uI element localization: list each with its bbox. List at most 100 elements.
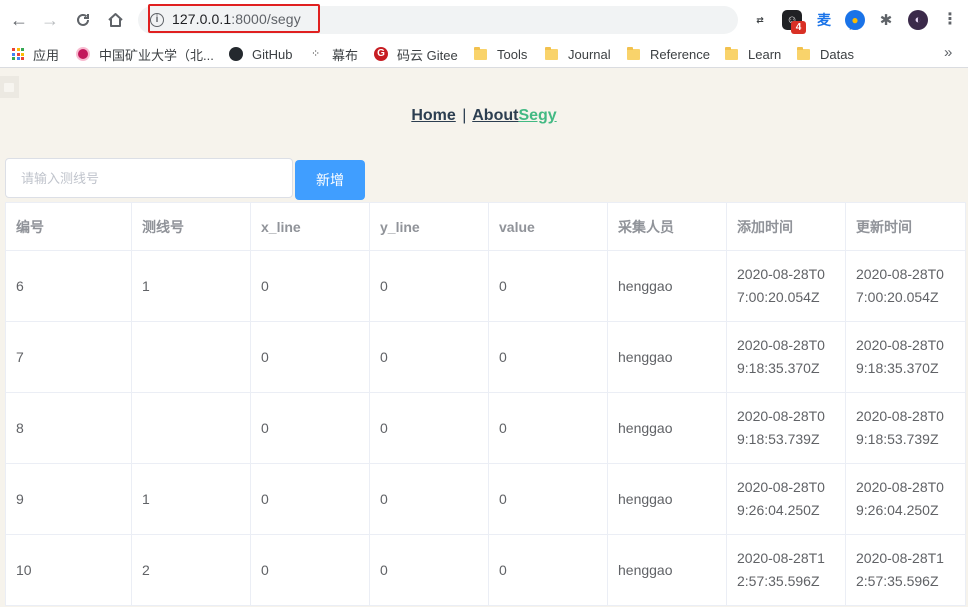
bookmark-learn[interactable]: Learn xyxy=(725,45,781,63)
cell-line-number: 1 xyxy=(131,250,251,322)
bookmark-gitee[interactable]: G 码云 Gitee xyxy=(374,45,458,63)
bookmark-label: 应用 xyxy=(33,47,60,63)
cell-created-at: 2020-08-28T09:18:35.370Z xyxy=(726,321,846,393)
table-row[interactable]: 7 0 0 0 henggao 2020-08-28T09:18:35.370Z… xyxy=(5,321,966,393)
cell-updated-at: 2020-08-28T09:18:35.370Z xyxy=(845,321,966,393)
home-icon[interactable] xyxy=(103,8,127,32)
nav-segy-link[interactable]: Segy xyxy=(518,107,556,124)
bookmark-label: 幕布 xyxy=(332,47,359,63)
extensions-puzzle-icon[interactable]: ✱ xyxy=(876,10,896,30)
cell-line-number: 2 xyxy=(131,534,251,606)
bookmark-label: 中国矿业大学（北... xyxy=(99,47,214,63)
extension-badge: 4 xyxy=(791,21,806,34)
cell-y-line: 0 xyxy=(369,463,489,535)
nav-separator: | xyxy=(462,107,467,124)
mubu-icon: ⁘ xyxy=(311,48,321,60)
cell-value: 0 xyxy=(488,534,608,606)
cell-id: 8 xyxy=(5,392,132,464)
bookmark-apps[interactable]: 应用 xyxy=(12,45,59,63)
add-button[interactable]: 新增 xyxy=(295,160,365,200)
segy-table: 编号 测线号 x_line y_line value 采集人员 添加时间 更新时… xyxy=(5,202,966,606)
cell-collector: henggao xyxy=(607,321,727,393)
cell-value: 0 xyxy=(488,392,608,464)
cell-y-line: 0 xyxy=(369,250,489,322)
bookmark-label: GitHub xyxy=(252,46,293,62)
cell-y-line: 0 xyxy=(369,534,489,606)
cell-x-line: 0 xyxy=(250,250,370,322)
cell-created-at: 2020-08-28T09:26:04.250Z xyxy=(726,463,846,535)
cell-collector: henggao xyxy=(607,250,727,322)
table-row[interactable]: 6 1 0 0 0 henggao 2020-08-28T07:00:20.05… xyxy=(5,250,966,322)
apps-icon xyxy=(12,48,24,60)
cell-created-at: 2020-08-28T09:18:53.739Z xyxy=(726,392,846,464)
nav-home-link[interactable]: Home xyxy=(411,107,455,124)
folder-icon xyxy=(474,46,487,60)
extension-ctrl-icon[interactable]: ⇄ xyxy=(750,10,770,30)
cell-updated-at: 2020-08-28T09:18:53.739Z xyxy=(845,392,966,464)
cell-collector: henggao xyxy=(607,534,727,606)
cell-id: 9 xyxy=(5,463,132,535)
header-x-line: x_line xyxy=(250,202,370,251)
folder-icon xyxy=(627,46,640,60)
cell-created-at: 2020-08-28T12:57:35.596Z xyxy=(726,534,846,606)
cell-value: 0 xyxy=(488,463,608,535)
cell-id: 6 xyxy=(5,250,132,322)
line-number-input[interactable] xyxy=(5,158,293,198)
github-icon xyxy=(229,47,243,61)
cell-updated-at: 2020-08-28T07:00:20.054Z xyxy=(845,250,966,322)
cell-x-line: 0 xyxy=(250,534,370,606)
cell-created-at: 2020-08-28T07:00:20.054Z xyxy=(726,250,846,322)
folder-icon xyxy=(797,46,810,60)
table-row[interactable]: 8 0 0 0 henggao 2020-08-28T09:18:53.739Z… xyxy=(5,392,966,464)
cell-id: 10 xyxy=(5,534,132,606)
bookmark-tools[interactable]: Tools xyxy=(474,45,527,63)
cell-updated-at: 2020-08-28T09:26:04.250Z xyxy=(845,463,966,535)
table-header-row: 编号 测线号 x_line y_line value 采集人员 添加时间 更新时… xyxy=(5,202,966,251)
url-highlight-box xyxy=(148,4,320,33)
bookmark-reference[interactable]: Reference xyxy=(627,45,710,63)
cell-id: 7 xyxy=(5,321,132,393)
table-row[interactable]: 9 1 0 0 0 henggao 2020-08-28T09:26:04.25… xyxy=(5,463,966,535)
cell-x-line: 0 xyxy=(250,321,370,393)
table-row[interactable]: 10 2 0 0 0 henggao 2020-08-28T12:57:35.5… xyxy=(5,534,966,606)
browser-menu-icon[interactable]: ⋮ xyxy=(940,10,960,30)
cell-value: 0 xyxy=(488,250,608,322)
header-y-line: y_line xyxy=(369,202,489,251)
bookmark-label: Journal xyxy=(568,46,611,62)
profile-avatar[interactable]: ◐ xyxy=(908,10,928,30)
cell-collector: henggao xyxy=(607,463,727,535)
corner-widget[interactable] xyxy=(0,76,19,98)
extension-translate-icon[interactable]: 麦 xyxy=(814,10,834,30)
bookmark-label: Datas xyxy=(820,46,854,62)
bookmark-github[interactable]: GitHub xyxy=(229,45,292,63)
bookmark-label: Reference xyxy=(650,46,710,62)
bookmark-mubu[interactable]: ⁘ 幕布 xyxy=(311,45,358,63)
header-collector: 采集人员 xyxy=(607,202,727,251)
cell-line-number xyxy=(131,392,251,464)
bookmark-datas[interactable]: Datas xyxy=(797,45,854,63)
cell-collector: henggao xyxy=(607,392,727,464)
gitee-icon: G xyxy=(374,47,388,61)
header-id: 编号 xyxy=(5,202,132,251)
bookmark-label: Learn xyxy=(748,46,782,62)
university-icon xyxy=(76,47,90,61)
extension-fox-icon[interactable]: ● xyxy=(845,10,865,30)
top-nav: Home | AboutSegy xyxy=(0,107,968,125)
nav-about-link[interactable]: About xyxy=(472,107,518,124)
forward-icon[interactable]: → xyxy=(38,8,62,32)
back-icon[interactable]: ← xyxy=(7,8,31,32)
header-line-number: 测线号 xyxy=(131,202,251,251)
bookmark-journal[interactable]: Journal xyxy=(545,45,611,63)
folder-icon xyxy=(725,46,738,60)
header-updated-at: 更新时间 xyxy=(845,202,966,251)
bookmark-label: 码云 Gitee xyxy=(397,47,458,63)
header-value: value xyxy=(488,202,608,251)
cell-updated-at: 2020-08-28T12:57:35.596Z xyxy=(845,534,966,606)
reload-icon[interactable] xyxy=(71,8,95,32)
bookmark-university[interactable]: 中国矿业大学（北... xyxy=(76,45,214,63)
page-content: Home | AboutSegy 新增 编号 测线号 x_line y_line… xyxy=(0,69,968,607)
cell-line-number: 1 xyxy=(131,463,251,535)
header-created-at: 添加时间 xyxy=(726,202,846,251)
more-bookmarks-icon[interactable]: » xyxy=(944,44,952,61)
cell-line-number xyxy=(131,321,251,393)
